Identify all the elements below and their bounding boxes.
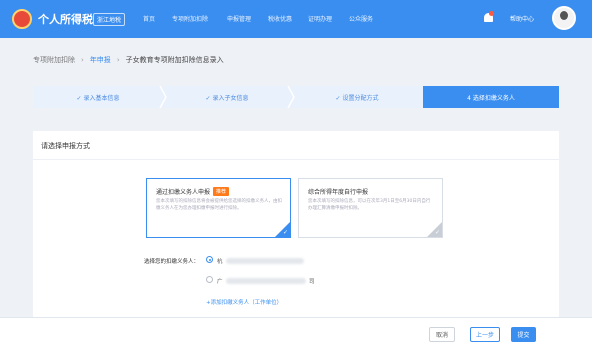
nav-certificates[interactable]: 证明办理 — [308, 14, 332, 23]
breadcrumb: 专项附加扣除 › 年申报 › 子女教育专项附加扣除信息录入 — [33, 55, 224, 65]
help-center-link[interactable]: 帮助中心 — [510, 14, 534, 23]
step-basic-info: ✓ 录入基本信息 — [76, 94, 120, 102]
top-header: 个人所得税 浙江地税 首页 专项附加扣除 申报管理 税收优惠 证明办理 公众服务… — [0, 0, 592, 38]
breadcrumb-root[interactable]: 专项附加扣除 — [33, 56, 75, 64]
avatar[interactable] — [552, 6, 576, 30]
section-title: 请选择申报方式 — [41, 142, 90, 150]
cancel-button[interactable]: 取消 — [429, 327, 455, 342]
option-title: 综合所得年度自行申报 — [308, 189, 369, 196]
nav-tax-benefits[interactable]: 税收优惠 — [268, 14, 292, 23]
check-icon: ✓ — [282, 229, 288, 236]
recommend-badge: 推荐 — [213, 187, 230, 196]
option-description: 您本次填写的扣除信息，可以在次年3月1日至6月30日内自行办理汇算清缴申报时扣除… — [308, 199, 431, 211]
breadcrumb-current: 子女教育专项附加扣除信息录入 — [125, 56, 224, 64]
step-select-agent: 4 选择扣缴义务人 — [423, 86, 559, 108]
breadcrumb-year[interactable]: 年申报 — [90, 56, 111, 64]
step-divider-icon — [287, 86, 295, 108]
redacted-text — [226, 278, 306, 284]
region-badge: 浙江地税 — [93, 13, 126, 26]
agent-name-1: 杭 — [217, 259, 223, 265]
bell-icon[interactable] — [483, 11, 494, 24]
nav-home[interactable]: 首页 — [143, 14, 155, 23]
nav-declaration[interactable]: 申报管理 — [227, 14, 251, 23]
previous-button[interactable]: 上一步 — [470, 327, 500, 342]
action-footer: 取消 上一步 提交 — [0, 317, 592, 350]
step-divider-icon — [159, 86, 167, 108]
step-distribution: ✓ 设置分配方式 — [335, 94, 379, 102]
add-agent-link[interactable]: +添加扣缴义务人（工作单位） — [206, 298, 282, 306]
agent-radio-1[interactable] — [206, 256, 213, 263]
option-title: 通过扣缴义务人申报 — [156, 189, 211, 196]
option-description: 您本次填写的扣除信息将会被提供给您选择的扣缴义务人，由扣缴义务人在为您办理扣缴申… — [156, 199, 282, 211]
nav-public-service[interactable]: 公众服务 — [349, 14, 373, 23]
check-icon: ✓ — [434, 229, 440, 236]
declaration-method-card: 请选择申报方式 通过扣缴义务人申报 推荐 您本次填写的扣除信息将会被提供给您选择的… — [33, 131, 559, 317]
nav-special-deduction[interactable]: 专项附加扣除 — [172, 14, 208, 23]
brand-title[interactable]: 个人所得税 — [38, 11, 93, 27]
step-child-info: ✓ 录入子女信息 — [205, 94, 249, 102]
agent-name-2-suffix: 司 — [309, 279, 315, 285]
step-progress: ✓ 录入基本信息 ✓ 录入子女信息 ✓ 设置分配方式 4 选择扣缴义务人 — [33, 86, 559, 108]
chevron-right-icon: › — [116, 56, 120, 64]
agent-select-label: 选择您的扣缴义务人： — [144, 259, 200, 265]
agent-radio-2[interactable] — [206, 276, 213, 283]
agent-name-2: 广 — [217, 279, 223, 285]
option-via-agent[interactable]: 通过扣缴义务人申报 推荐 您本次填写的扣除信息将会被提供给您选择的扣缴义务人，由扣… — [146, 178, 291, 238]
option-self-declare[interactable]: 综合所得年度自行申报 您本次填写的扣除信息，可以在次年3月1日至6月30日内自行… — [298, 178, 443, 238]
submit-button[interactable]: 提交 — [511, 327, 536, 342]
redacted-text — [226, 258, 304, 264]
tax-emblem-icon — [12, 9, 32, 29]
step-divider-icon — [419, 86, 427, 108]
divider — [33, 159, 559, 160]
chevron-right-icon: › — [81, 56, 84, 64]
